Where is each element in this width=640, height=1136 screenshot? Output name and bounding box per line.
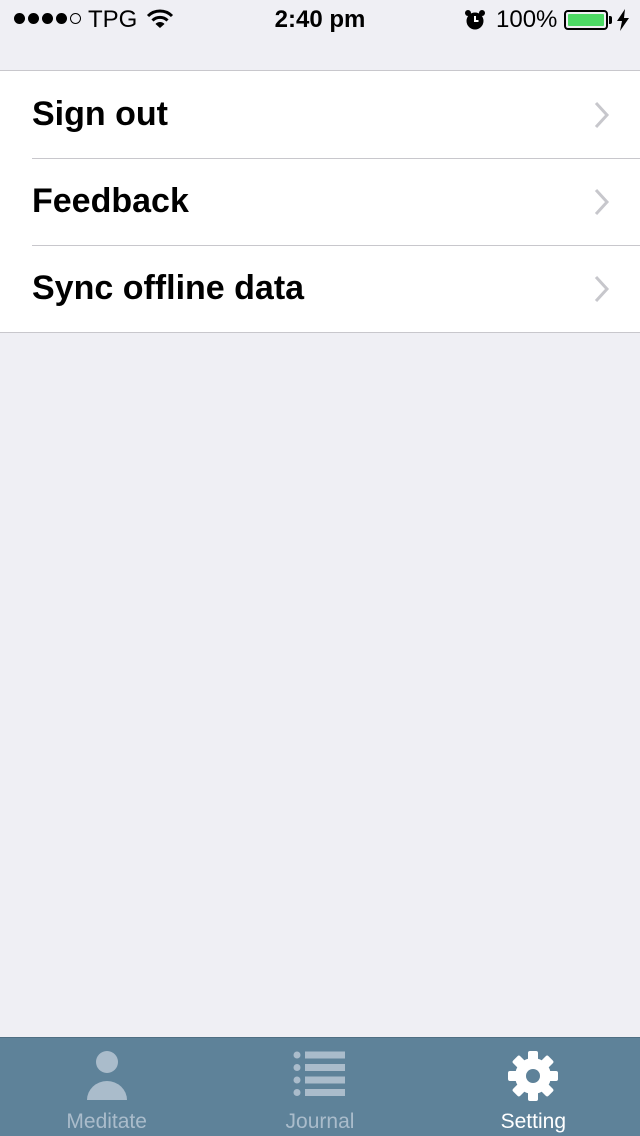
tab-setting[interactable]: Setting bbox=[427, 1038, 640, 1136]
chevron-right-icon bbox=[594, 101, 610, 129]
status-bar: TPG 2:40 pm 100% bbox=[0, 0, 640, 40]
tab-setting-label: Setting bbox=[500, 1110, 567, 1133]
sign-out-row[interactable]: Sign out bbox=[0, 71, 640, 158]
battery-icon bbox=[564, 10, 608, 30]
charging-bolt-icon bbox=[617, 9, 629, 31]
tab-meditate-label: Meditate bbox=[66, 1110, 147, 1133]
feedback-label: Feedback bbox=[32, 182, 189, 220]
chevron-right-icon bbox=[594, 275, 610, 303]
settings-list: Sign out Feedback Sync offline data bbox=[0, 70, 640, 333]
battery-percentage: 100% bbox=[496, 6, 558, 33]
alarm-icon bbox=[465, 10, 485, 30]
battery-tip bbox=[609, 16, 612, 24]
tab-meditate[interactable]: Meditate bbox=[0, 1038, 213, 1136]
tab-journal-label: Journal bbox=[285, 1110, 355, 1133]
chevron-right-icon bbox=[594, 188, 610, 216]
tab-bar: Meditate Journal Setting bbox=[0, 1037, 640, 1136]
feedback-row[interactable]: Feedback bbox=[0, 158, 640, 245]
list-icon bbox=[293, 1051, 345, 1096]
tab-journal[interactable]: Journal bbox=[213, 1038, 426, 1136]
sync-offline-data-row[interactable]: Sync offline data bbox=[0, 245, 640, 332]
sync-offline-data-label: Sync offline data bbox=[32, 269, 305, 307]
person-icon bbox=[86, 1051, 127, 1100]
gear-icon bbox=[508, 1051, 559, 1101]
sign-out-label: Sign out bbox=[32, 95, 168, 133]
